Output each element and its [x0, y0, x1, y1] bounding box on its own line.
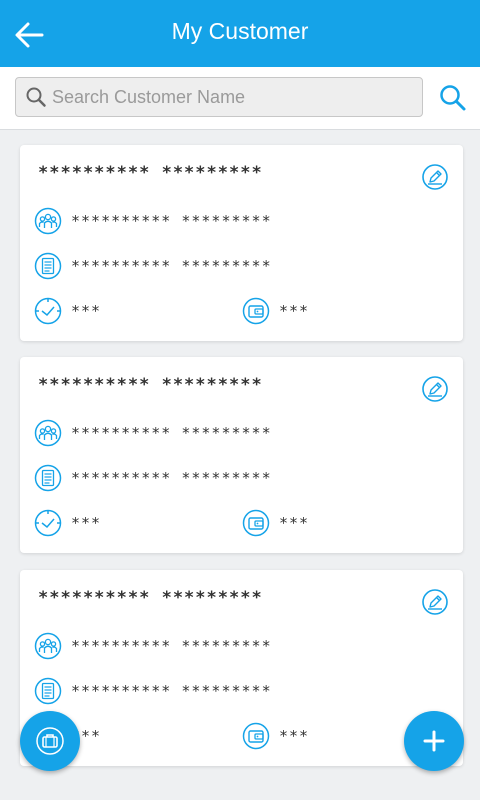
customer-wallet-text: ***: [279, 727, 310, 745]
clock-icon: [34, 297, 62, 325]
customer-time-text: ***: [71, 514, 102, 532]
search-bar: [0, 67, 480, 130]
customer-group-text: ********** *********: [71, 424, 272, 442]
wallet-icon: [242, 509, 270, 537]
customer-document-text: ********** *********: [71, 682, 272, 700]
customer-wallet-text: ***: [279, 514, 310, 532]
wallet-icon: [242, 297, 270, 325]
customer-name: ********** *********: [38, 588, 263, 608]
customer-wallet-text: ***: [279, 302, 310, 320]
document-icon: [34, 252, 62, 280]
page-title: My Customer: [171, 18, 309, 44]
customer-name: ********** *********: [38, 163, 263, 183]
briefcase-fab-button[interactable]: [20, 711, 80, 771]
customer-group-text: ********** *********: [71, 637, 272, 655]
briefcase-icon: [36, 727, 64, 755]
edit-icon[interactable]: [421, 163, 449, 191]
add-customer-button[interactable]: [404, 711, 464, 771]
search-button-icon[interactable]: [438, 83, 468, 113]
document-icon: [34, 677, 62, 705]
customer-card[interactable]: ********** ********* ********** ********…: [20, 357, 463, 553]
edit-icon[interactable]: [421, 375, 449, 403]
customer-card[interactable]: ********** ********* ********** ********…: [20, 570, 463, 766]
wallet-icon: [242, 722, 270, 750]
edit-icon[interactable]: [421, 588, 449, 616]
group-icon: [34, 207, 62, 235]
app-bar: My Customer: [0, 0, 480, 67]
customer-document-text: ********** *********: [71, 257, 272, 275]
customer-time-text: ***: [71, 302, 102, 320]
customer-group-text: ********** *********: [71, 212, 272, 230]
search-field[interactable]: [15, 77, 423, 117]
customer-name: ********** *********: [38, 375, 263, 395]
group-icon: [34, 632, 62, 660]
customer-document-text: ********** *********: [71, 469, 272, 487]
plus-icon: [423, 730, 445, 752]
search-input[interactable]: [52, 78, 412, 116]
search-icon: [26, 87, 46, 107]
customer-card[interactable]: ********** ********* ********** ********…: [20, 145, 463, 341]
clock-icon: [34, 509, 62, 537]
group-icon: [34, 419, 62, 447]
document-icon: [34, 464, 62, 492]
